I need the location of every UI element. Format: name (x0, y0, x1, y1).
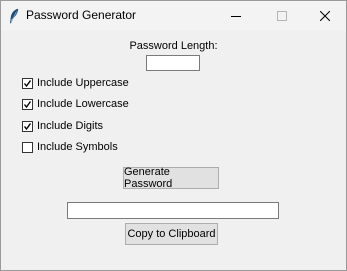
main-content: Password Length: Include Uppercase Inclu… (1, 31, 346, 270)
checkbox-uppercase[interactable] (22, 77, 33, 89)
close-button[interactable] (302, 1, 347, 31)
app-window: Password Generator Password Length: Incl… (0, 0, 347, 271)
checkbox-lowercase[interactable] (22, 98, 33, 110)
option-symbols-label: Include Symbols (37, 141, 118, 153)
checkbox-symbols[interactable] (22, 141, 33, 153)
password-length-label: Password Length: (129, 40, 218, 52)
close-icon (320, 11, 330, 21)
minimize-button[interactable] (213, 1, 259, 31)
feather-icon (8, 8, 20, 24)
maximize-button[interactable] (259, 1, 305, 31)
password-length-input[interactable] (146, 55, 200, 71)
checkbox-digits[interactable] (22, 120, 33, 132)
window-title: Password Generator (26, 8, 137, 22)
checkmark-icon (23, 100, 32, 108)
generate-password-button[interactable]: Generate Password (123, 166, 219, 190)
option-symbols[interactable]: Include Symbols (22, 140, 118, 154)
option-lowercase[interactable]: Include Lowercase (22, 97, 129, 111)
checkmark-icon (23, 79, 32, 87)
minimize-icon (231, 11, 241, 21)
option-uppercase-label: Include Uppercase (37, 77, 129, 89)
password-output-field[interactable] (67, 202, 279, 219)
option-lowercase-label: Include Lowercase (37, 98, 129, 110)
copy-to-clipboard-button[interactable]: Copy to Clipboard (125, 223, 218, 245)
checkmark-icon (23, 122, 32, 130)
maximize-icon (277, 11, 287, 21)
title-bar: Password Generator (1, 1, 346, 31)
option-digits-label: Include Digits (37, 120, 104, 132)
option-digits[interactable]: Include Digits (22, 119, 103, 133)
option-uppercase[interactable]: Include Uppercase (22, 76, 129, 90)
